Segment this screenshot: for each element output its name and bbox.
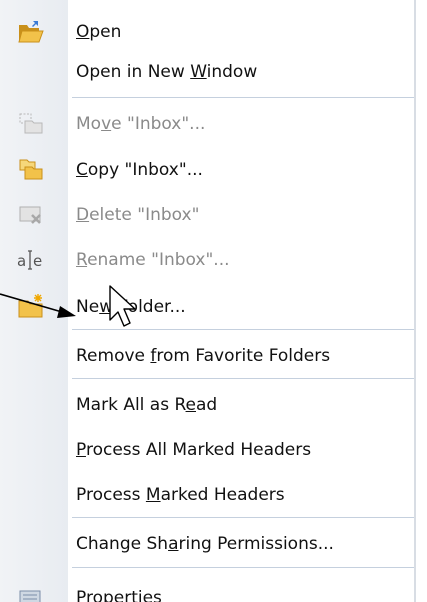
open-folder-icon [17,19,45,45]
menu-item-copy-inbox[interactable]: Copy "Inbox"... [0,150,414,190]
menu-item-new-folder[interactable]: New Folder... [0,287,414,327]
menu-separator [72,567,414,568]
menu-separator [72,97,414,98]
menu-item-label: Process All Marked Headers [76,440,312,460]
menu-separator [72,378,414,379]
context-menu: Open Open in New Window Move "Inbox"... … [0,0,416,602]
properties-icon [17,585,45,602]
menu-item-label: Move "Inbox"... [76,114,206,134]
menu-item-open[interactable]: Open [0,12,414,52]
copy-folder-icon [17,157,45,183]
menu-item-process-all-marked-headers[interactable]: Process All Marked Headers [0,430,414,470]
menu-item-label: Remove from Favorite Folders [76,346,331,366]
menu-item-label: Open in New Window [76,62,258,82]
menu-item-change-sharing-permissions[interactable]: Change Sharing Permissions... [0,524,414,564]
menu-item-label: Rename "Inbox"... [76,250,230,270]
menu-item-label: Open [76,22,122,42]
menu-item-open-in-new-window[interactable]: Open in New Window [0,52,414,92]
menu-separator [72,329,414,330]
menu-item-label: Properties [76,588,162,602]
menu-item-label: Copy "Inbox"... [76,160,203,180]
new-folder-icon [17,294,45,320]
menu-separator [72,517,414,518]
delete-folder-icon [17,202,45,228]
menu-item-delete-inbox: Delete "Inbox" [0,195,414,235]
menu-item-properties[interactable]: Properties [0,578,414,602]
menu-item-mark-all-as-read[interactable]: Mark All as Read [0,385,414,425]
menu-item-label: Mark All as Read [76,395,218,415]
menu-item-label: New Folder... [76,297,186,317]
menu-item-label: Change Sharing Permissions... [76,534,334,554]
menu-item-remove-from-favorite-folders[interactable]: Remove from Favorite Folders [0,336,414,376]
menu-item-label: Process Marked Headers [76,485,285,505]
menu-item-label: Delete "Inbox" [76,205,200,225]
menu-right-edge [414,0,416,602]
menu-item-process-marked-headers[interactable]: Process Marked Headers [0,475,414,515]
svg-text:a: a [17,252,26,270]
menu-item-rename-inbox: a e Rename "Inbox"... [0,240,414,280]
rename-icon: a e [17,247,45,273]
move-folder-icon [17,111,45,137]
svg-text:e: e [33,252,42,270]
menu-item-move-inbox: Move "Inbox"... [0,104,414,144]
